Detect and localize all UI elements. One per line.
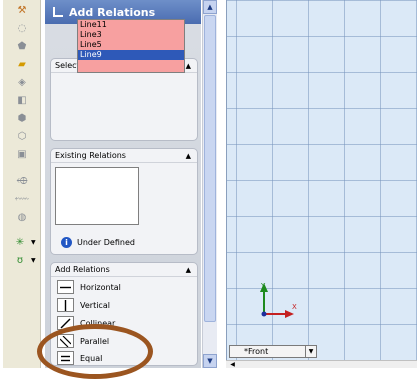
mirror-tool-icon[interactable]: ✳ xyxy=(13,236,27,249)
mirror-dropdown-arrow[interactable]: ▼ xyxy=(31,239,36,246)
trim-tool-icon[interactable]: ⬲ xyxy=(15,175,29,188)
relation-label: Horizontal xyxy=(80,282,121,292)
relation-horizontal[interactable]: Horizontal xyxy=(57,280,121,294)
polygon-tool-icon[interactable]: ◈ xyxy=(15,76,29,89)
relation-label: Vertical xyxy=(80,300,110,310)
collapse-caret-icon[interactable]: ▲ xyxy=(186,152,191,160)
sketch-toolbar: ⚒ ◌ ⬟ ▰ ◈ ◧ ⬢ ⬡ ▣ ⬲ ⬳ ◍ ✳ ▼ ʊ ▼ xyxy=(3,0,41,368)
property-manager-title: Add Relations xyxy=(69,5,156,19)
existing-relations-header[interactable]: Existing Relations ▲ xyxy=(51,149,197,163)
selected-entity-item[interactable]: Line11 xyxy=(78,20,184,30)
scrollbar-thumb[interactable] xyxy=(204,15,216,322)
panel-scrollbar[interactable]: ▲ ▼ xyxy=(202,0,217,368)
scroll-left-arrow-icon[interactable]: ◀ xyxy=(229,361,236,368)
extend-tool-icon[interactable]: ⬳ xyxy=(15,193,29,206)
view-orientation-tab[interactable]: *Front ▼ xyxy=(229,345,317,358)
vertical-line-icon[interactable] xyxy=(57,298,74,312)
collapse-caret-icon[interactable]: ▲ xyxy=(186,266,191,274)
collapse-caret-icon[interactable]: ▲ xyxy=(186,62,191,70)
existing-relations-heading: Existing Relations xyxy=(55,151,126,160)
selected-entity-item[interactable]: Line9 xyxy=(78,50,184,60)
selected-entity-item[interactable]: Line3 xyxy=(78,30,184,40)
x-axis-label: X xyxy=(292,303,297,311)
slot-tool-icon[interactable]: ◧ xyxy=(15,94,29,107)
add-relations-header[interactable]: Add Relations ▲ xyxy=(51,263,197,277)
smart-dimension-icon[interactable]: ⚒ xyxy=(15,4,29,17)
view-orientation-label: *Front xyxy=(244,347,269,356)
point-tool-icon[interactable]: ⬡ xyxy=(15,130,29,143)
horizontal-line-icon[interactable] xyxy=(57,280,74,294)
solidworks-window: ⚒ ◌ ⬟ ▰ ◈ ◧ ⬢ ⬡ ▣ ⬲ ⬳ ◍ ✳ ▼ ʊ ▼ Add Rela… xyxy=(0,0,417,379)
y-axis-label: Y xyxy=(260,282,266,290)
spline-tool-icon[interactable]: ⬢ xyxy=(15,112,29,125)
offset-tool-icon[interactable]: ◍ xyxy=(15,211,29,224)
pattern-tool-icon[interactable]: ʊ xyxy=(13,254,27,267)
defined-status: i Under Defined xyxy=(61,237,135,248)
property-manager-panel: Add Relations ✓ ? @ Selected Entities ▲ … xyxy=(45,0,201,368)
add-relations-heading: Add Relations xyxy=(55,265,110,274)
arc-tool-icon[interactable]: ◌ xyxy=(15,22,29,35)
selected-entities-list[interactable]: Line11 Line3 Line5 Line9 xyxy=(77,19,185,73)
selected-entity-item[interactable]: Line5 xyxy=(78,40,184,50)
revolve-icon[interactable]: ⬟ xyxy=(15,40,29,53)
scroll-up-arrow-icon[interactable]: ▲ xyxy=(203,0,217,14)
existing-relations-list[interactable] xyxy=(55,167,139,225)
pattern-dropdown-arrow[interactable]: ▼ xyxy=(31,257,36,264)
rectangle-tool-icon[interactable]: ▰ xyxy=(15,58,29,71)
scroll-down-arrow-icon[interactable]: ▼ xyxy=(203,354,217,368)
centerline-tool-icon[interactable]: ▣ xyxy=(15,148,29,161)
add-relation-icon xyxy=(51,5,65,19)
relation-vertical[interactable]: Vertical xyxy=(57,298,110,312)
reference-triad: Y X xyxy=(260,282,297,318)
chevron-down-icon[interactable]: ▼ xyxy=(305,346,316,357)
highlight-annotation-oval xyxy=(37,324,153,379)
defined-status-text: Under Defined xyxy=(77,238,135,247)
info-icon: i xyxy=(61,237,72,248)
viewport-horizontal-scrollbar[interactable]: ◀ xyxy=(226,360,417,368)
